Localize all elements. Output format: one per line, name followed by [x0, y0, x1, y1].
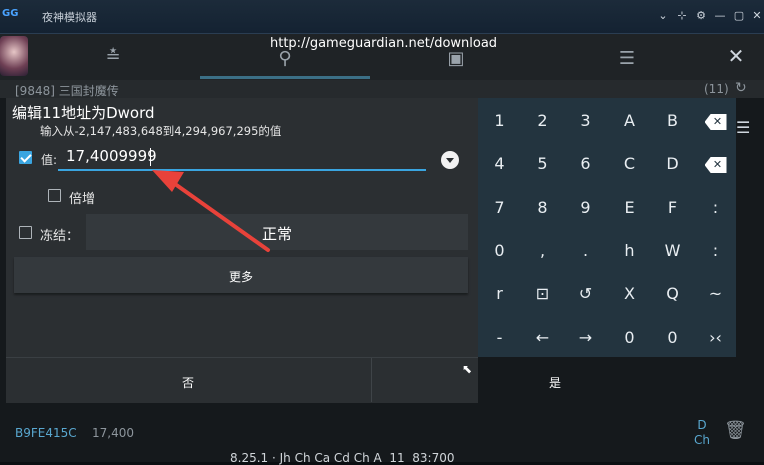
key-1[interactable]: 1 — [478, 99, 521, 142]
menu-icon[interactable]: ☰ — [736, 118, 750, 137]
emulator-title: 夜神模拟器 — [42, 11, 97, 24]
freeze-mode-value[interactable]: 正常 — [262, 223, 292, 244]
key-2[interactable]: 2 — [521, 99, 564, 142]
value-history-dropdown-icon[interactable] — [441, 151, 459, 169]
comma-key[interactable]: , — [521, 229, 564, 272]
key-0[interactable]: 0 — [608, 316, 651, 359]
download-url-toast: http://gameguardian.net/download — [270, 36, 498, 51]
tilde-key[interactable]: ~ — [694, 272, 737, 315]
result-address[interactable]: B9FE415C — [15, 426, 77, 440]
key-6[interactable]: 6 — [564, 142, 607, 185]
collapse-key[interactable]: ›‹ — [694, 316, 737, 359]
key-r[interactable]: r — [478, 272, 521, 315]
pin-icon[interactable]: ⊹ — [674, 8, 690, 24]
close-icon[interactable]: ✕ — [721, 44, 751, 68]
no-button-label[interactable]: 否 — [182, 374, 194, 391]
key-0[interactable]: 0 — [478, 229, 521, 272]
select-key[interactable]: ⊡ — [521, 272, 564, 315]
collapse-icon[interactable]: ⌄ — [655, 8, 671, 24]
text-caret — [150, 148, 151, 166]
result-type: D Ch — [694, 418, 710, 448]
gear-icon[interactable]: ⚙ — [693, 8, 709, 24]
active-tab-indicator — [200, 76, 370, 79]
key-q[interactable]: Q — [651, 272, 694, 315]
key-0[interactable]: 0 — [651, 316, 694, 359]
result-count: (11) — [704, 82, 729, 96]
minus-key[interactable]: - — [478, 316, 521, 359]
key-d[interactable]: D — [651, 142, 694, 185]
freeze-checkbox[interactable] — [19, 226, 32, 239]
refresh-icon[interactable]: ↻ — [735, 80, 747, 96]
key-8[interactable]: 8 — [521, 186, 564, 229]
yes-button-label[interactable]: 是 — [549, 374, 561, 391]
left-arrow-key[interactable]: ← — [521, 316, 564, 359]
window-close-icon[interactable]: ✕ — [749, 8, 764, 24]
key-3[interactable]: 3 — [564, 99, 607, 142]
value-checkbox[interactable] — [19, 151, 32, 164]
dialog-title: 编辑11地址为Dword — [12, 104, 155, 122]
right-arrow-key[interactable]: → — [564, 316, 607, 359]
multiply-checkbox[interactable] — [48, 189, 61, 202]
key-a[interactable]: A — [608, 99, 651, 142]
dot-key[interactable]: . — [564, 229, 607, 272]
app-avatar[interactable] — [0, 36, 28, 76]
key-e[interactable]: E — [608, 186, 651, 229]
backspace-key[interactable]: ✕ — [694, 142, 737, 185]
freeze-label[interactable]: 冻结： — [40, 225, 79, 244]
emulator-title-bar — [0, 0, 764, 34]
result-type-line: D — [697, 418, 707, 432]
process-name[interactable]: [9848] 三国封魔传 — [15, 82, 119, 99]
minimize-icon[interactable]: — — [712, 8, 728, 24]
save-icon[interactable]: ▣ — [441, 48, 471, 69]
key-c[interactable]: C — [608, 142, 651, 185]
key-9[interactable]: 9 — [564, 186, 607, 229]
emulator-logo-icon: GG — [2, 8, 19, 19]
colon-key[interactable]: : — [694, 229, 737, 272]
key-7[interactable]: 7 — [478, 186, 521, 229]
backspace-key[interactable]: ✕ — [694, 99, 737, 142]
more-button-label[interactable]: 更多 — [229, 268, 253, 285]
history-key[interactable]: ↺ — [564, 272, 607, 315]
search-icon[interactable]: ⚲ — [270, 48, 300, 69]
colon-key[interactable]: : — [694, 186, 737, 229]
maximize-icon[interactable]: ▢ — [731, 8, 747, 24]
multiply-label[interactable]: 倍增 — [69, 188, 95, 207]
results-list-edge — [736, 98, 764, 398]
key-w[interactable]: W — [651, 229, 694, 272]
mouse-cursor-icon: ⬉ — [462, 362, 473, 376]
bottom-status-text: 8.25.1 · Jh Ch Ca Cd Ch A 11 83:700 — [230, 451, 455, 465]
key-h[interactable]: h — [608, 229, 651, 272]
settings-sliders-icon[interactable]: ≛ — [98, 46, 128, 67]
value-input-underline — [58, 169, 426, 171]
key-b[interactable]: B — [651, 99, 694, 142]
list-icon[interactable]: ☰ — [612, 48, 642, 69]
key-4[interactable]: 4 — [478, 142, 521, 185]
dialog-hint: 输入从-2,147,483,648到4,294,967,295的值 — [40, 124, 282, 138]
key-x[interactable]: X — [608, 272, 651, 315]
value-label: 值: — [41, 153, 58, 167]
backspace-icon: ✕ — [704, 157, 727, 173]
key-5[interactable]: 5 — [521, 142, 564, 185]
result-type-line: Ch — [694, 433, 710, 447]
key-f[interactable]: F — [651, 186, 694, 229]
value-input[interactable] — [62, 145, 424, 167]
backspace-icon: ✕ — [704, 114, 727, 130]
result-value[interactable]: 17,400 — [92, 426, 134, 440]
trash-icon[interactable]: 🗑 — [724, 420, 747, 441]
